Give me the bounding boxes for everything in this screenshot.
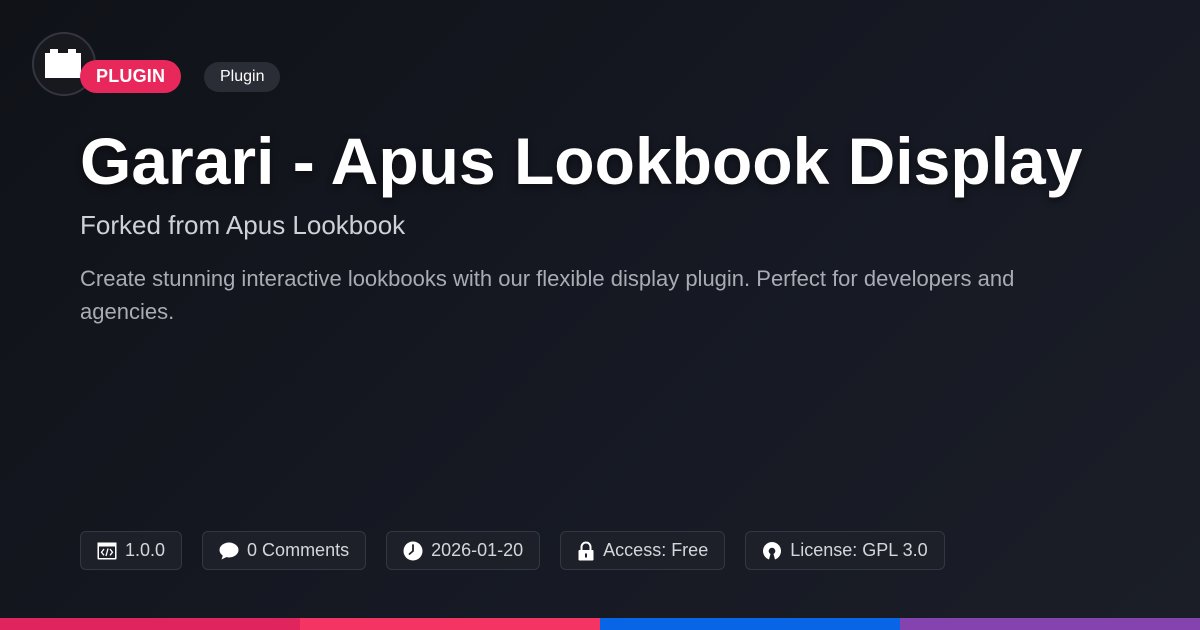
license-text: License: GPL 3.0: [790, 540, 928, 560]
date-pill: 2026-01-20: [386, 531, 541, 570]
comments-pill[interactable]: 0 Comments: [202, 531, 367, 570]
page-title: Garari - Apus Lookbook Display: [80, 124, 1083, 198]
type-badge: PLUGIN: [80, 60, 182, 93]
category-tag[interactable]: Plugin: [204, 62, 281, 92]
license-pill: License: GPL 3.0: [745, 531, 945, 570]
access-pill: Access: Free: [560, 531, 726, 570]
code-window-icon: [97, 542, 117, 559]
access-text: Access: Free: [603, 540, 709, 560]
color-bar-segment: [900, 618, 1200, 630]
color-bar-segment: [600, 618, 900, 630]
meta-row: 1.0.0 0 Comments 2026-01-20 Access: Free…: [80, 531, 945, 570]
version-text: 1.0.0: [125, 540, 166, 560]
version-pill: 1.0.0: [80, 531, 183, 570]
page-description: Create stunning interactive lookbooks wi…: [80, 266, 1015, 324]
color-bar-segment: [300, 618, 600, 630]
comment-bubble-icon: [219, 542, 239, 559]
date-text: 2026-01-20: [431, 540, 524, 560]
plugin-block-icon: [45, 49, 81, 78]
lock-icon: [578, 541, 594, 560]
page-subtitle: Forked from Apus Lookbook: [80, 210, 406, 240]
brand-color-bar: [0, 618, 1200, 630]
open-source-icon: [763, 541, 782, 559]
comments-text: 0 Comments: [247, 540, 350, 560]
color-bar-segment: [0, 618, 300, 630]
clock-icon: [403, 541, 423, 560]
